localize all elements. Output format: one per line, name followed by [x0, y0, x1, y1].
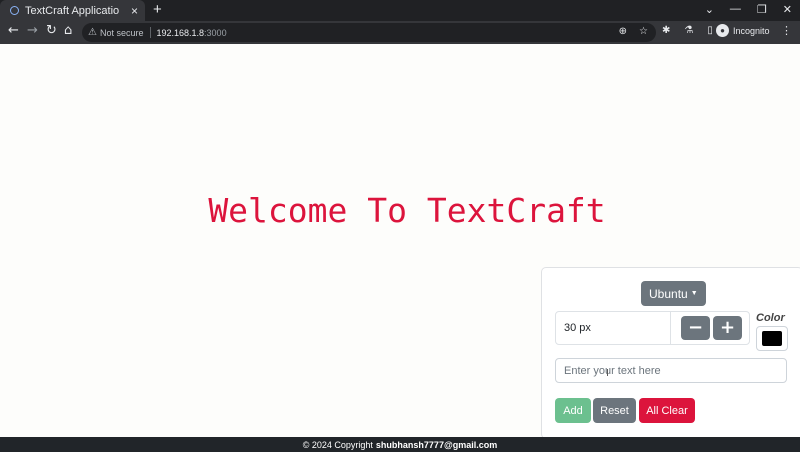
- browser-tab-bar: TextCraft Applicatio × + ⌄ — ❐ ✕: [0, 0, 800, 21]
- menu-icon[interactable]: ⋮: [781, 24, 792, 37]
- text-cursor-icon: I: [606, 368, 609, 379]
- footer: © 2024 Copyright shubhansh7777@gmail.com: [0, 437, 800, 452]
- color-picker[interactable]: [756, 326, 788, 351]
- font-size-group: 30 px − +: [555, 311, 750, 345]
- caret-down-icon: ▼: [690, 290, 698, 297]
- incognito-label: Incognito: [733, 25, 770, 36]
- add-button[interactable]: Add: [555, 398, 591, 423]
- forward-arrow-icon[interactable]: →: [27, 23, 38, 38]
- restore-icon[interactable]: ❐: [757, 3, 767, 16]
- home-icon[interactable]: ⌂: [64, 23, 72, 38]
- increase-size-button[interactable]: +: [713, 316, 742, 340]
- zoom-icon[interactable]: ⊕: [619, 26, 627, 37]
- reset-button[interactable]: Reset: [593, 398, 636, 423]
- copyright-text: © 2024 Copyright: [302, 439, 373, 450]
- not-secure-label: Not secure: [99, 27, 144, 38]
- window-controls: ⌄ — ❐ ✕: [705, 3, 792, 16]
- minimize-icon[interactable]: —: [730, 3, 741, 16]
- close-window-icon[interactable]: ✕: [783, 3, 792, 16]
- browser-tab[interactable]: TextCraft Applicatio ×: [0, 0, 145, 21]
- extensions-icon[interactable]: ✱: [662, 25, 670, 36]
- welcome-heading: Welcome To TextCraft: [208, 191, 606, 230]
- font-family-label: Ubuntu: [649, 286, 688, 301]
- browser-toolbar: ← → ↻ ⌂ ⚠ Not secure 192.168.1.8 :3000 ⊕…: [0, 21, 800, 44]
- text-input[interactable]: Enter your text here: [555, 358, 787, 383]
- decrease-size-button[interactable]: −: [681, 316, 710, 340]
- warning-icon: ⚠: [88, 27, 97, 38]
- footer-email: shubhansh7777@gmail.com: [375, 439, 498, 450]
- divider: [149, 27, 151, 38]
- new-tab-button[interactable]: +: [153, 1, 162, 18]
- reload-icon[interactable]: ↻: [46, 23, 57, 38]
- color-label: Color: [756, 312, 785, 324]
- color-swatch-fill: [762, 331, 782, 346]
- react-favicon-icon: [10, 6, 19, 15]
- control-panel: Ubuntu ▼ 30 px − + Color Enter your text…: [541, 267, 800, 439]
- star-icon[interactable]: ☆: [639, 26, 648, 37]
- url-port: :3000: [204, 27, 227, 38]
- all-clear-button[interactable]: All Clear: [639, 398, 695, 423]
- incognito-icon: ●: [716, 24, 729, 37]
- tab-title: TextCraft Applicatio: [25, 4, 120, 17]
- font-family-dropdown[interactable]: Ubuntu ▼: [641, 281, 706, 306]
- tab-close-icon[interactable]: ×: [131, 4, 138, 18]
- address-bar[interactable]: ⚠ Not secure 192.168.1.8 :3000 ⊕ ☆: [82, 23, 656, 42]
- url-host: 192.168.1.8: [156, 27, 205, 38]
- back-arrow-icon[interactable]: ←: [8, 23, 19, 38]
- incognito-indicator[interactable]: ● Incognito: [716, 24, 770, 37]
- chevron-down-icon[interactable]: ⌄: [705, 3, 714, 16]
- font-size-field[interactable]: 30 px: [556, 312, 671, 344]
- sidebar-icon[interactable]: ▯: [707, 25, 713, 36]
- flask-icon[interactable]: ⚗: [684, 25, 693, 36]
